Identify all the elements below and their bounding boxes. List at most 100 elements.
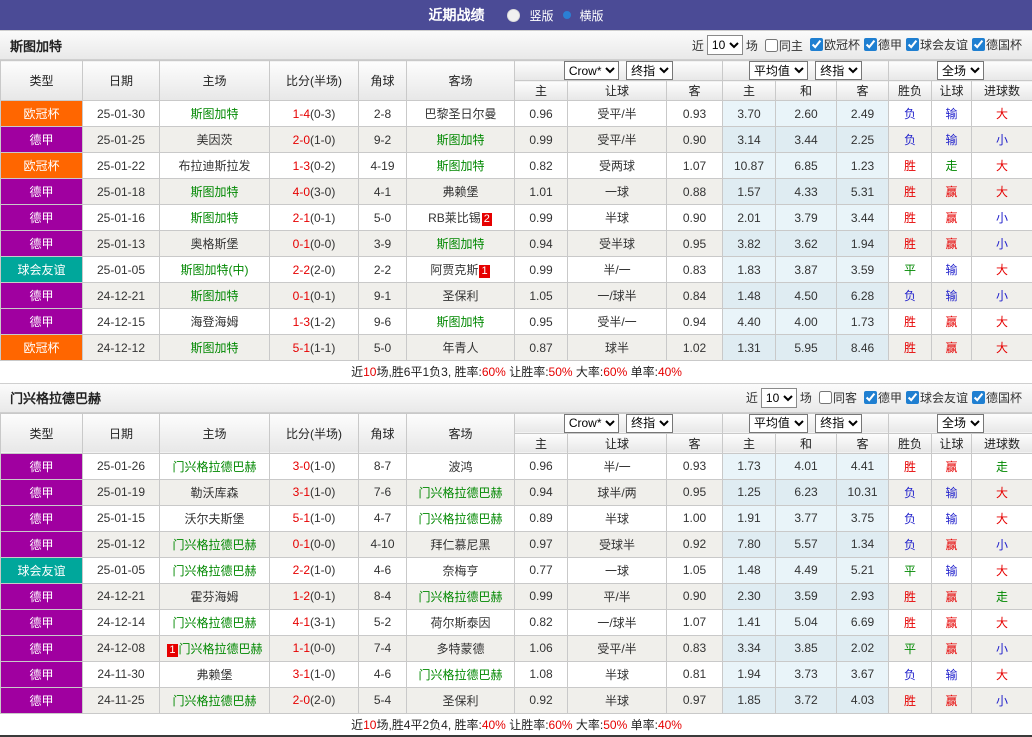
halftime-score: (0-0) bbox=[310, 641, 335, 655]
europe-odds-select[interactable]: 平均值 bbox=[749, 414, 808, 433]
home-team: 奥格斯堡 bbox=[160, 231, 270, 257]
result-handicap: 赢 bbox=[932, 335, 972, 361]
league-filter[interactable]: 德甲 bbox=[864, 389, 902, 406]
match-row: 德甲25-01-18斯图加特4-0(3-0)4-1弗赖堡1.01一球0.881.… bbox=[1, 179, 1032, 205]
result-outcome: 胜 bbox=[889, 231, 932, 257]
league-filter[interactable]: 球会友谊 bbox=[906, 36, 968, 53]
recent-count-select[interactable]: 10 bbox=[707, 35, 743, 55]
same-venue-checkbox[interactable] bbox=[819, 391, 832, 404]
odds-source-select[interactable]: Crow* bbox=[564, 414, 619, 433]
avg-draw: 6.23 bbox=[776, 479, 837, 505]
league-checkbox[interactable] bbox=[906, 391, 919, 404]
league-checkbox[interactable] bbox=[864, 38, 877, 51]
sub-col-avg-away: 客 bbox=[837, 81, 889, 101]
corner-score: 5-0 bbox=[359, 335, 407, 361]
away-team-label: 门兴格拉德巴赫 bbox=[418, 668, 502, 682]
same-venue-filter[interactable]: 同客 bbox=[819, 389, 857, 406]
handicap-odds-group: Crow* 终指 bbox=[515, 61, 723, 81]
result-goals: 大 bbox=[972, 257, 1032, 283]
league-badge: 德甲 bbox=[1, 687, 83, 713]
league-checkbox[interactable] bbox=[972, 391, 985, 404]
same-venue-filter[interactable]: 同主 bbox=[765, 37, 803, 54]
result-outcome: 负 bbox=[889, 531, 932, 557]
halftime-score: (1-0) bbox=[310, 511, 335, 525]
sub-col-handicap-result: 让球 bbox=[932, 433, 972, 453]
result-outcome: 负 bbox=[889, 127, 932, 153]
league-badge: 欧冠杯 bbox=[1, 153, 83, 179]
match-date: 25-01-18 bbox=[83, 179, 160, 205]
avg-home: 1.25 bbox=[723, 479, 776, 505]
odds-away: 0.93 bbox=[667, 101, 723, 127]
europe-time-select[interactable]: 终指 bbox=[815, 61, 862, 80]
recent-results-page: 近期战绩 竖版 横版 斯图加特 近 10 场 同主 欧冠杯德甲球会友谊德国杯 bbox=[0, 0, 1032, 737]
vertical-layout-radio[interactable] bbox=[507, 9, 520, 22]
away-team-label: 门兴格拉德巴赫 bbox=[418, 590, 502, 604]
home-team: 斯图加特 bbox=[160, 335, 270, 361]
score: 2-1(0-1) bbox=[270, 205, 359, 231]
league-filter-label: 德国杯 bbox=[986, 389, 1022, 406]
horizontal-layout-radio[interactable] bbox=[563, 11, 571, 19]
corner-score: 9-1 bbox=[359, 283, 407, 309]
result-outcome: 负 bbox=[889, 283, 932, 309]
odds-away: 0.83 bbox=[667, 257, 723, 283]
away-team: 斯图加特 bbox=[407, 309, 515, 335]
handicap-line: 半球 bbox=[568, 205, 667, 231]
corner-score: 5-0 bbox=[359, 205, 407, 231]
handicap-line: 球半 bbox=[568, 335, 667, 361]
result-handicap: 赢 bbox=[932, 179, 972, 205]
odds-time-select[interactable]: 终指 bbox=[626, 414, 673, 433]
avg-draw: 5.04 bbox=[776, 609, 837, 635]
same-venue-checkbox[interactable] bbox=[765, 39, 778, 52]
period-select[interactable]: 全场 bbox=[937, 61, 984, 80]
result-goals: 小 bbox=[972, 127, 1032, 153]
league-checkbox[interactable] bbox=[810, 38, 823, 51]
home-team-label: 奥格斯堡 bbox=[190, 237, 238, 251]
sub-col-home-odds: 主 bbox=[515, 81, 568, 101]
league-filter[interactable]: 德甲 bbox=[864, 36, 902, 53]
avg-draw: 3.73 bbox=[776, 661, 837, 687]
same-venue-label: 同客 bbox=[833, 389, 857, 406]
europe-odds-select[interactable]: 平均值 bbox=[749, 61, 808, 80]
league-checkbox[interactable] bbox=[972, 38, 985, 51]
corner-score: 4-10 bbox=[359, 531, 407, 557]
league-filter[interactable]: 德国杯 bbox=[972, 36, 1022, 53]
away-team: 门兴格拉德巴赫 bbox=[407, 479, 515, 505]
league-filter[interactable]: 球会友谊 bbox=[906, 389, 968, 406]
result-handicap: 输 bbox=[932, 479, 972, 505]
result-goals: 大 bbox=[972, 505, 1032, 531]
odds-home: 0.82 bbox=[515, 153, 568, 179]
halftime-score: (1-0) bbox=[310, 459, 335, 473]
avg-home: 10.87 bbox=[723, 153, 776, 179]
col-corner: 角球 bbox=[359, 413, 407, 453]
league-checkbox[interactable] bbox=[864, 391, 877, 404]
result-handicap: 输 bbox=[932, 101, 972, 127]
league-badge: 德甲 bbox=[1, 453, 83, 479]
summary-segment: 10 bbox=[363, 718, 376, 732]
handicap-line: 半/一 bbox=[568, 257, 667, 283]
period-select[interactable]: 全场 bbox=[937, 414, 984, 433]
league-badge: 德甲 bbox=[1, 231, 83, 257]
sub-col-goals: 进球数 bbox=[972, 81, 1032, 101]
score: 1-2(0-1) bbox=[270, 583, 359, 609]
league-checkbox[interactable] bbox=[906, 38, 919, 51]
odds-home: 0.77 bbox=[515, 557, 568, 583]
odds-home: 0.94 bbox=[515, 231, 568, 257]
league-filter[interactable]: 欧冠杯 bbox=[810, 36, 860, 53]
corner-score: 8-4 bbox=[359, 583, 407, 609]
result-handicap: 赢 bbox=[932, 453, 972, 479]
recent-count-select[interactable]: 10 bbox=[761, 388, 797, 408]
halftime-score: (1-0) bbox=[310, 485, 335, 499]
result-outcome: 胜 bbox=[889, 335, 932, 361]
league-filter[interactable]: 德国杯 bbox=[972, 389, 1022, 406]
result-handicap: 赢 bbox=[932, 687, 972, 713]
europe-time-select[interactable]: 终指 bbox=[815, 414, 862, 433]
league-badge: 德甲 bbox=[1, 127, 83, 153]
odds-time-select[interactable]: 终指 bbox=[626, 61, 673, 80]
away-team-label: 门兴格拉德巴赫 bbox=[418, 512, 502, 526]
handicap-line: 半/一 bbox=[568, 453, 667, 479]
odds-home: 0.99 bbox=[515, 257, 568, 283]
col-date: 日期 bbox=[83, 413, 160, 453]
match-row: 德甲25-01-19勒沃库森3-1(1-0)7-6门兴格拉德巴赫0.94球半/两… bbox=[1, 479, 1032, 505]
odds-source-select[interactable]: Crow* bbox=[564, 61, 619, 80]
home-team-label: 门兴格拉德巴赫 bbox=[179, 642, 263, 656]
